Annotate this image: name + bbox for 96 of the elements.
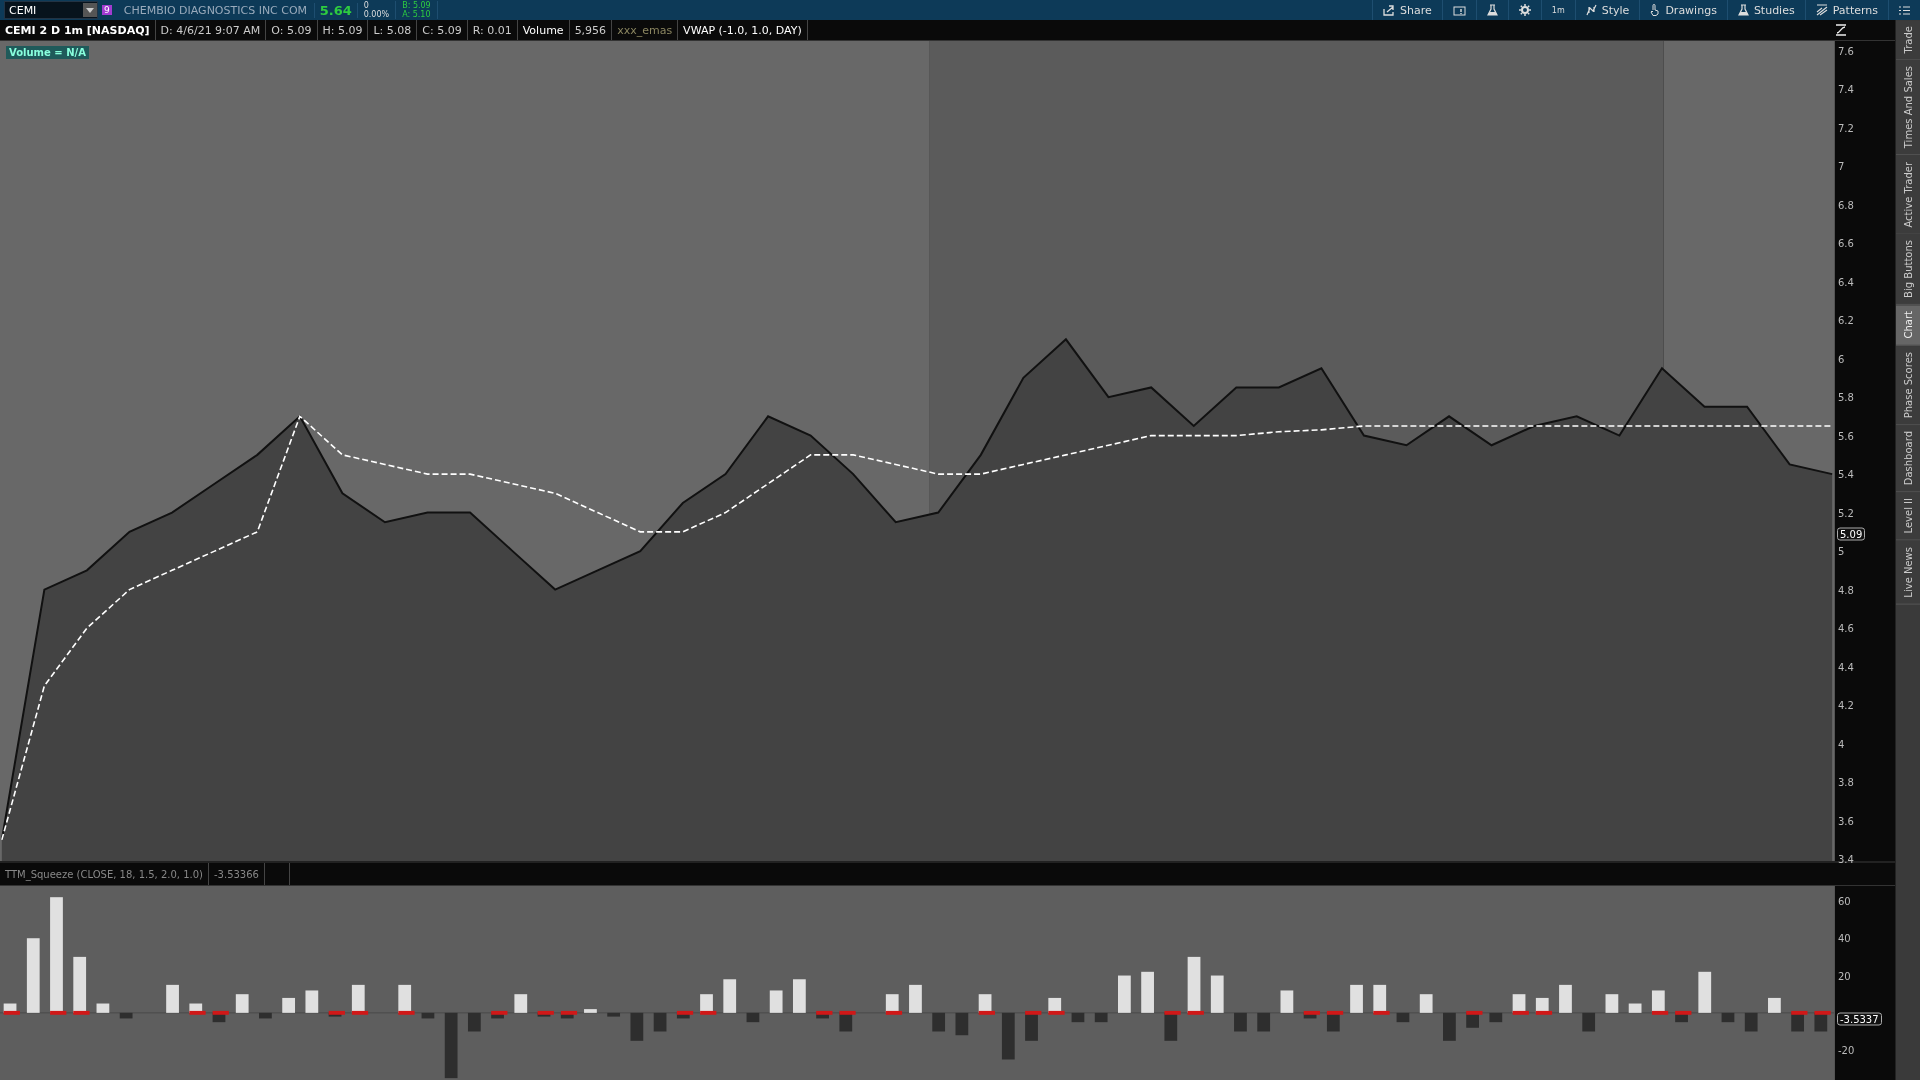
link-badge[interactable]: 9 bbox=[102, 5, 112, 15]
settings-icon bbox=[1518, 4, 1531, 16]
axis-label: 5.8 bbox=[1838, 391, 1854, 403]
axis-label: 4.8 bbox=[1838, 584, 1854, 596]
chart-info-cell: CEMI 2 D 1m [NASDAQ] bbox=[0, 20, 156, 40]
momentum-bar bbox=[1118, 975, 1131, 1013]
momentum-bar bbox=[1628, 1003, 1642, 1013]
momentum-bar bbox=[1094, 1012, 1108, 1023]
chart-info-cell: 5,956 bbox=[569, 20, 613, 40]
axis-label: 3.4 bbox=[1838, 853, 1854, 865]
company-name: CHEMBIO DIAGNOSTICS INC COM bbox=[123, 3, 309, 17]
momentum-bar bbox=[1721, 1012, 1735, 1023]
axis-label: -20 bbox=[1838, 1044, 1855, 1056]
momentum-bar bbox=[607, 1012, 621, 1017]
chart-info-cell: R: 0.01 bbox=[467, 20, 518, 40]
axis-label: 4.6 bbox=[1838, 622, 1854, 634]
study-label: TTM_Squeeze (CLOSE, 18, 1.5, 2.0, 1.0) bbox=[0, 863, 209, 885]
momentum-bar bbox=[584, 1009, 597, 1013]
axis-label: 3.8 bbox=[1838, 776, 1854, 788]
axis-label: 3.6 bbox=[1838, 815, 1854, 827]
symbol-input[interactable]: CEMI bbox=[5, 3, 83, 17]
chart-info-cell: C: 5.09 bbox=[417, 20, 468, 40]
alert-icon bbox=[1452, 4, 1466, 16]
side-tab[interactable]: Times And Sales bbox=[1896, 60, 1920, 156]
share-icon bbox=[1383, 4, 1396, 16]
axis-label: 4.4 bbox=[1838, 661, 1854, 673]
momentum-bar bbox=[259, 1012, 272, 1019]
symbol-field[interactable]: CEMI bbox=[4, 1, 98, 19]
momentum-bar bbox=[1071, 1012, 1085, 1023]
axis-label: 5.6 bbox=[1838, 430, 1854, 442]
last-price: 5.64 bbox=[313, 2, 358, 18]
patterns-icon bbox=[1815, 4, 1828, 16]
momentum-bar bbox=[1489, 1012, 1503, 1023]
ask-price: A: 5.10 bbox=[402, 10, 431, 19]
momentum-bar bbox=[96, 1003, 110, 1013]
price-marker: 5.09 bbox=[1837, 527, 1866, 541]
bid-price: B: 5.09 bbox=[402, 1, 431, 10]
momentum-bar bbox=[73, 956, 87, 1013]
momentum-bar bbox=[1141, 971, 1154, 1013]
momentum-bar bbox=[909, 984, 922, 1013]
axis-label: 60 bbox=[1838, 895, 1851, 907]
axis-label: 20 bbox=[1838, 970, 1851, 982]
axis-label: 6.4 bbox=[1838, 276, 1854, 288]
momentum-bar bbox=[1396, 1012, 1410, 1023]
axis-label: 5.2 bbox=[1838, 507, 1854, 519]
axis-label: 5.4 bbox=[1838, 468, 1854, 480]
chart-info-cell: O: 5.09 bbox=[266, 20, 318, 40]
chart-info-cell: VWAP (-1.0, 1.0, DAY) bbox=[678, 20, 808, 40]
momentum-bar bbox=[955, 1012, 969, 1036]
chart-info-cell: D: 4/6/21 9:07 AM bbox=[155, 20, 267, 40]
axis-label: 7.6 bbox=[1838, 45, 1854, 57]
momentum-bar bbox=[421, 1012, 435, 1019]
side-tab[interactable]: Big Buttons bbox=[1896, 234, 1920, 306]
style-icon bbox=[1585, 4, 1597, 16]
momentum-bar bbox=[700, 994, 713, 1013]
momentum-bar bbox=[166, 984, 179, 1013]
momentum-bar bbox=[119, 1012, 133, 1019]
hand-icon bbox=[1650, 4, 1661, 16]
side-tab[interactable]: Chart bbox=[1896, 305, 1920, 346]
momentum-bar bbox=[1559, 984, 1572, 1013]
axis-label: 6.2 bbox=[1838, 314, 1854, 326]
momentum-bar bbox=[1373, 984, 1387, 1013]
percent-change: 0.00% bbox=[363, 10, 390, 19]
value-marker: -3.5337 bbox=[1837, 1012, 1882, 1026]
momentum-bar bbox=[1350, 984, 1363, 1013]
axis-label: 4 bbox=[1838, 738, 1845, 750]
volume-label: Volume = N/A bbox=[6, 46, 89, 59]
chart-info-cell: Volume bbox=[517, 20, 570, 40]
momentum-bar bbox=[723, 979, 737, 1013]
momentum-bar bbox=[1698, 971, 1712, 1013]
axis-label: 4.2 bbox=[1838, 699, 1854, 711]
chart-info-cell: L: 5.08 bbox=[368, 20, 418, 40]
momentum-bar bbox=[1443, 1012, 1456, 1041]
momentum-bar bbox=[398, 984, 412, 1013]
momentum-bar bbox=[514, 994, 528, 1013]
side-tab[interactable]: Live News bbox=[1896, 540, 1920, 605]
axis-label: 6 bbox=[1838, 353, 1845, 365]
menu-icon bbox=[1899, 5, 1910, 15]
flask-icon bbox=[1486, 4, 1498, 16]
momentum-bar bbox=[305, 990, 319, 1013]
chart-info-cell: H: 5.09 bbox=[317, 20, 369, 40]
study-value: -3.53366 bbox=[209, 863, 265, 885]
axis-label: 6.6 bbox=[1838, 237, 1854, 249]
axis-label: 7.4 bbox=[1838, 83, 1854, 95]
net-change: 0 bbox=[363, 1, 370, 10]
axis-label: 40 bbox=[1838, 932, 1851, 944]
axis-label: 6.8 bbox=[1838, 199, 1854, 211]
chart-info-cell: xxx_emas bbox=[612, 20, 679, 40]
dropdown-icon[interactable] bbox=[83, 3, 97, 17]
axis-label: 7 bbox=[1838, 160, 1845, 172]
momentum-bar bbox=[1234, 1012, 1247, 1032]
axis-label: 5 bbox=[1838, 545, 1845, 557]
axis-label: 7.2 bbox=[1838, 122, 1854, 134]
momentum-bar bbox=[746, 1012, 760, 1023]
momentum-bar bbox=[630, 1012, 644, 1041]
flask-icon bbox=[1737, 4, 1749, 16]
